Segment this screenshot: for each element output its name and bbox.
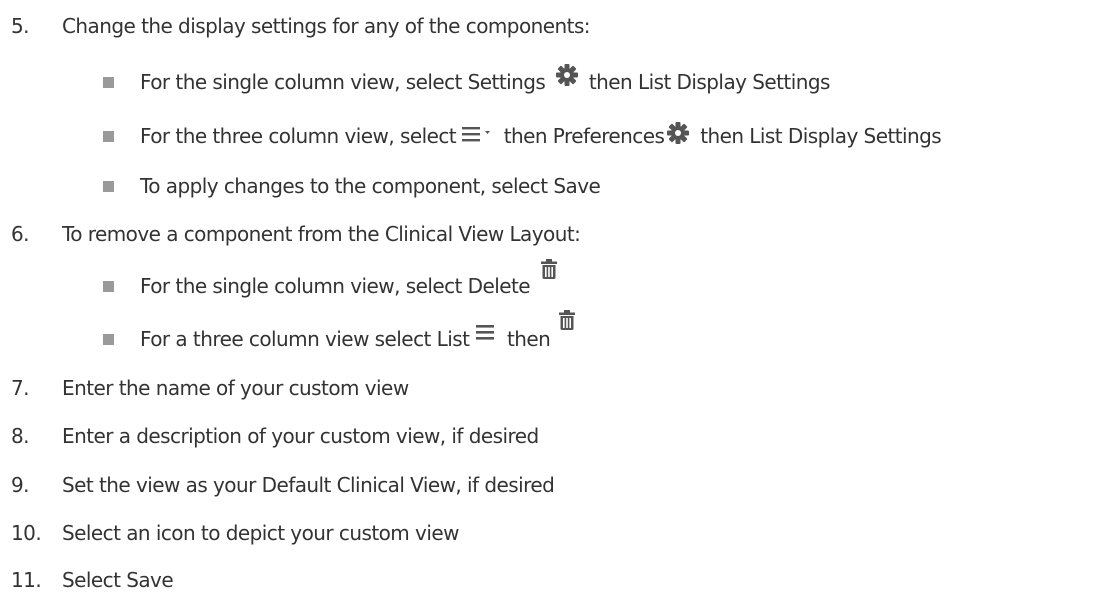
step-text: Enter a description of your custom view,… [62,424,539,448]
step-number: 10. [11,521,42,545]
trash-icon [558,310,576,330]
step-number: 6. [11,222,30,246]
step-text: Select Save [62,568,174,592]
bullet-square [103,334,114,345]
bullet-square [103,131,114,142]
step-number: 8. [11,424,30,448]
bullet-square [103,281,114,292]
bullet-square [103,77,114,88]
subitem-text: For the three column view, select then P… [140,121,942,149]
step-text: Enter the name of your custom view [62,376,409,400]
instruction-document: 5. Change the display settings for any o… [0,0,1113,606]
subitem-text: For the single column view, select Delet… [140,259,558,299]
step-number: 9. [11,473,30,497]
step-text: Change the display settings for any of t… [62,14,591,38]
step-number: 11. [11,568,42,592]
menu-icon [475,322,495,342]
step-text: Select an icon to depict your custom vie… [62,521,459,545]
subitem-text: For the single column view, select Setti… [140,64,830,95]
subitem-text: For a three column view select List then [140,310,576,352]
bullet-square [103,181,114,192]
step-text: To remove a component from the Clinical … [62,222,581,246]
menu-dropdown-icon [461,125,492,143]
step-number: 5. [11,14,30,38]
subitem-text: To apply changes to the component, selec… [140,174,601,198]
step-text: Set the view as your Default Clinical Vi… [62,473,555,497]
step-number: 7. [11,376,30,400]
gear-icon [666,121,690,145]
gear-icon [555,63,579,87]
trash-icon [540,259,558,279]
